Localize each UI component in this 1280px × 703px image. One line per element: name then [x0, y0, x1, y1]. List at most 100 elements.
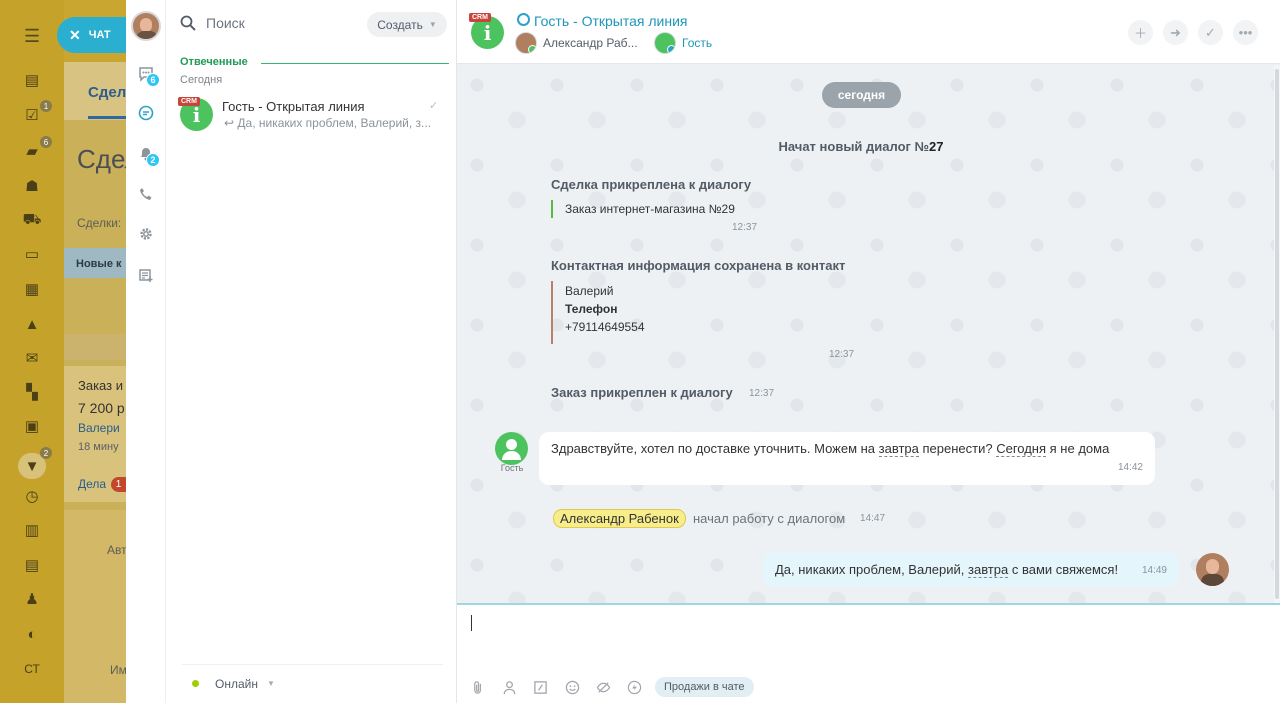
crm-stage-label: Новые к: [76, 258, 122, 270]
order-attached-time: 12:37: [749, 388, 775, 399]
date-word-link[interactable]: завтра: [968, 562, 1009, 578]
smile-icon[interactable]: [563, 678, 581, 696]
message-list[interactable]: сегодня Начат новый диалог №27 Сделка пр…: [457, 65, 1274, 603]
crm-filter-label: Сделки:: [77, 216, 122, 230]
lightning-icon[interactable]: [625, 678, 643, 696]
participant-guest[interactable]: Гость: [654, 31, 712, 55]
deal-auto-label: Авт: [107, 543, 126, 557]
my-message-text: Да, никаких проблем, Валерий, завтра с в…: [775, 562, 1118, 578]
phone-icon[interactable]: [136, 184, 156, 204]
clock-icon[interactable]: ◷: [22, 488, 42, 505]
search-input[interactable]: [206, 12, 356, 34]
chat-item-title: Гость - Открытая линия: [222, 99, 365, 114]
dialog-title[interactable]: Гость - Открытая линия: [534, 13, 688, 29]
scrollbar-thumb[interactable]: [1275, 69, 1279, 599]
window-icon[interactable]: ▣: [22, 418, 42, 435]
guest-message[interactable]: Здравствуйте, хотел по доставке уточнить…: [539, 432, 1155, 485]
status-selector[interactable]: Онлайн: [215, 677, 258, 691]
chat-item-last-message: ↩ Да, никаких проблем, Валерий, з...: [224, 116, 446, 130]
guest-message-part: я не дома: [1046, 441, 1110, 456]
contact-phone: +79114649554: [565, 320, 645, 334]
deal-card-tasks[interactable]: Дела: [78, 477, 110, 491]
participant-operator[interactable]: Александр Раб...: [515, 31, 638, 55]
date-word-link[interactable]: Сегодня: [996, 441, 1047, 457]
operator-name-tag[interactable]: Александр Рабенок: [553, 509, 686, 528]
chat-toggle-label: ЧАТ: [88, 29, 111, 41]
deal-card-tasks-count: 1: [111, 477, 126, 492]
settings-icon[interactable]: [136, 224, 156, 244]
message-scrollbar[interactable]: [1274, 65, 1280, 603]
participant-operator-name: Александр Раб...: [543, 36, 638, 50]
deal-card-title: Заказ и: [78, 378, 123, 393]
transfer-icon[interactable]: ➜: [1163, 20, 1188, 45]
crm-tab-label: Сдел: [88, 84, 126, 101]
sites-icon[interactable]: ▲: [22, 316, 42, 333]
more-icon[interactable]: •••: [1233, 20, 1258, 45]
crm-stage-add: [64, 334, 126, 360]
operator-message-avatar[interactable]: [1196, 553, 1229, 586]
my-message[interactable]: Да, никаких проблем, Валерий, завтра с в…: [763, 552, 1179, 587]
deal-card-contact[interactable]: Валери: [78, 421, 126, 435]
sales-in-chat-button[interactable]: Продажи в чате: [655, 677, 754, 697]
mail-icon[interactable]: ✉: [22, 350, 42, 367]
guest-avatar-icon[interactable]: [495, 432, 528, 465]
contact-saved-time: 12:37: [829, 349, 855, 360]
group-icon[interactable]: ☗: [22, 178, 42, 195]
status-chevron-icon[interactable]: ▼: [267, 679, 275, 688]
order-attached-title: Заказ прикреплен к диалогу: [551, 385, 733, 400]
contact-name: Валерий: [565, 284, 614, 298]
guest-message-text: Здравствуйте, хотел по доставке уточнить…: [551, 441, 1110, 457]
tasks-icon[interactable]: ☑: [22, 107, 42, 124]
status-divider: [182, 664, 443, 665]
finish-icon[interactable]: ✓: [1198, 20, 1223, 45]
deal-attached-quote: Заказ интернет-магазина №29: [551, 200, 735, 218]
date-word-link[interactable]: завтра: [878, 441, 919, 457]
guest-avatar-label: Гость: [500, 463, 524, 473]
dialog-header: i CRM Гость - Открытая линия Александр Р…: [457, 0, 1280, 64]
chat-nav-icon[interactable]: ▰: [22, 143, 42, 160]
recent-chat-item[interactable]: i CRM Гость - Открытая линия ✓ ↩ Да, ник…: [174, 92, 451, 138]
moon-icon[interactable]: ◐: [22, 626, 42, 643]
plus-icon[interactable]: ＋: [1128, 20, 1153, 45]
guest-message-part: перенести?: [918, 441, 997, 456]
message-composer: Продажи в чате: [457, 603, 1280, 703]
dialog-actions: ＋ ➜ ✓ •••: [1128, 20, 1258, 45]
attach-icon[interactable]: [469, 678, 487, 696]
message-input[interactable]: [469, 611, 1259, 661]
close-icon: ✕: [69, 26, 81, 43]
dialog-started-message: Начат новый диалог №27: [457, 139, 1265, 154]
hidden-message-icon[interactable]: [594, 678, 612, 696]
quick-answer-icon[interactable]: [531, 678, 549, 696]
date-separator: сегодня: [822, 82, 901, 108]
guest-mini-avatar: [654, 32, 676, 54]
menu-burger-icon[interactable]: ☰: [24, 26, 40, 47]
crm-left-menu: ☰ ▤ ☑ 1 ▰ 6 ☗ ⛟ ▭ ▦ ▲ ✉ ▚ ▣ ▼ 2 ◷ ▥ ▤ ♟ …: [0, 0, 64, 703]
dialog-panel: i CRM Гость - Открытая линия Александр Р…: [457, 0, 1280, 703]
user-initials[interactable]: СТ: [22, 661, 42, 677]
messenger-iconbar: 6 2: [126, 0, 166, 703]
reports-icon[interactable]: ▥: [22, 522, 42, 539]
inbox-icon[interactable]: ▭: [22, 246, 42, 263]
cart-icon[interactable]: ⛟: [22, 211, 42, 228]
contacts-card-icon[interactable]: ▤: [22, 557, 42, 574]
contact-saved-quote: Валерий Телефон +79114649554: [551, 281, 645, 344]
online-status-icon: [192, 680, 199, 687]
my-avatar[interactable]: [131, 11, 161, 41]
openlines-icon[interactable]: [136, 103, 156, 123]
app-root: ☰ ▤ ☑ 1 ▰ 6 ☗ ⛟ ▭ ▦ ▲ ✉ ▚ ▣ ▼ 2 ◷ ▥ ▤ ♟ …: [0, 0, 1280, 703]
calendar-icon[interactable]: ▦: [22, 281, 42, 298]
user-icon[interactable]: [500, 678, 518, 696]
new-chat-list-icon[interactable]: [136, 265, 156, 285]
create-button[interactable]: Создать ▼: [367, 12, 447, 37]
participant-guest-name: Гость: [682, 36, 713, 50]
apps-icon[interactable]: ▚: [22, 384, 42, 401]
deal-attached-quote-text[interactable]: Заказ интернет-магазина №29: [565, 200, 735, 218]
feed-icon[interactable]: ▤: [22, 72, 42, 89]
contact-phone-label: Телефон: [565, 302, 618, 316]
chevron-down-icon: ▼: [428, 20, 437, 29]
operator-avatar: [515, 32, 537, 54]
deal-name-label: Им: [110, 663, 126, 677]
org-icon[interactable]: ♟: [22, 591, 42, 608]
deal-card-time: 18 мину: [78, 441, 119, 453]
contact-saved-title: Контактная информация сохранена в контак…: [551, 258, 846, 273]
